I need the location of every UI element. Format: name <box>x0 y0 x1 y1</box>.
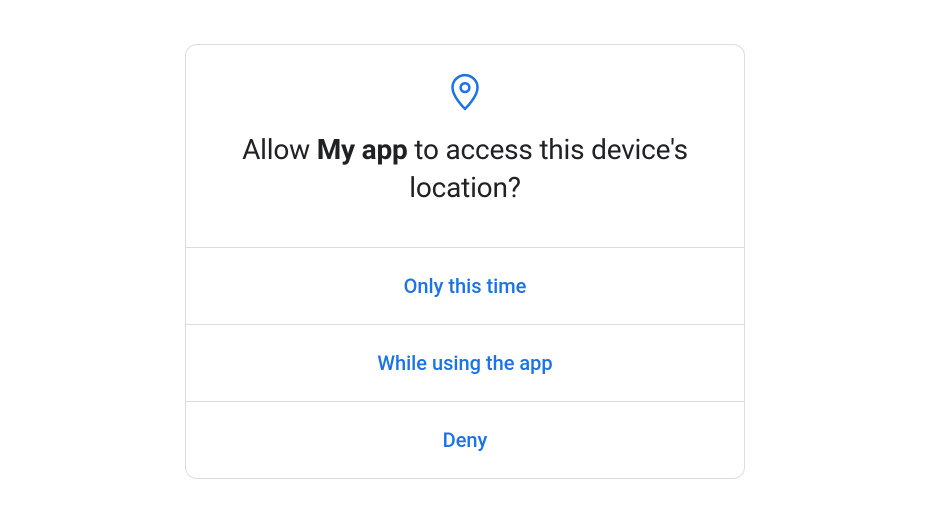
dialog-header: Allow My app to access this device's loc… <box>186 45 744 248</box>
while-using-app-button[interactable]: While using the app <box>186 325 744 402</box>
deny-button[interactable]: Deny <box>186 402 744 478</box>
title-suffix: to access this device's location? <box>408 133 688 204</box>
app-name: My app <box>317 133 408 166</box>
title-prefix: Allow <box>242 133 317 166</box>
icon-container <box>226 73 704 111</box>
permission-dialog: Allow My app to access this device's loc… <box>185 44 745 479</box>
dialog-title: Allow My app to access this device's loc… <box>226 131 704 207</box>
location-pin-icon <box>450 73 480 111</box>
only-this-time-button[interactable]: Only this time <box>186 248 744 325</box>
